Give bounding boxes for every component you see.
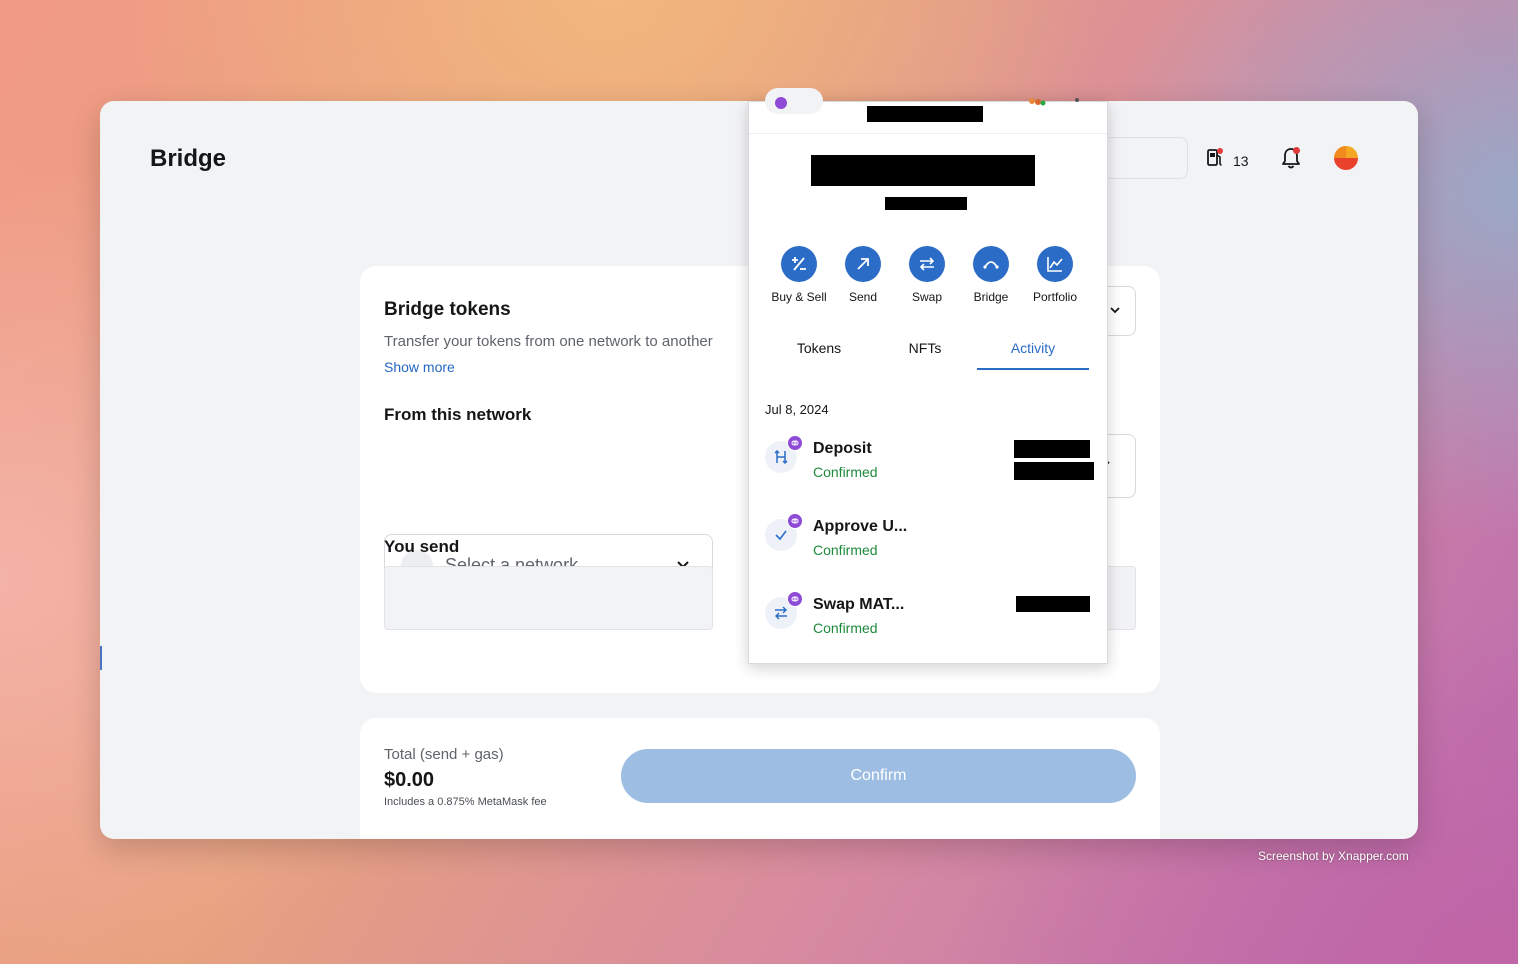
chain-badge-icon <box>787 513 803 529</box>
swap-icon <box>909 246 945 282</box>
redacted-account-name <box>867 106 983 122</box>
popup-header <box>749 88 1107 134</box>
fee-note: Includes a 0.875% MetaMask fee <box>384 796 547 808</box>
redacted-balance <box>811 155 1035 186</box>
activity-status: Confirmed <box>813 542 878 558</box>
bridge-card-title: Bridge tokens <box>384 299 511 320</box>
redacted-fiat-balance <box>885 197 967 210</box>
gas-count: 13 <box>1233 152 1249 169</box>
wallet-popup: Buy & Sell Send Swap Bridge Portfolio To… <box>748 88 1108 664</box>
redacted-fiat-amount <box>1014 462 1094 480</box>
buy-sell-button[interactable]: Buy & Sell <box>767 246 831 304</box>
buy-sell-icon <box>781 246 817 282</box>
swap-label: Swap <box>911 290 943 304</box>
activity-item-approve[interactable]: Approve U... Confirmed <box>765 509 1091 561</box>
chevron-down-icon <box>1110 307 1120 314</box>
gas-indicator[interactable]: 13 <box>1205 147 1249 174</box>
network-icon <box>775 97 787 109</box>
activity-title: Approve U... <box>813 518 908 535</box>
redacted-amount <box>1014 440 1090 458</box>
tab-activity[interactable]: Activity <box>977 336 1089 370</box>
scroll-marker <box>100 646 102 670</box>
swap-button[interactable]: Swap <box>895 246 959 304</box>
portfolio-chart-icon <box>1037 246 1073 282</box>
account-avatar[interactable] <box>1334 146 1358 170</box>
bridge-button[interactable]: Bridge <box>959 246 1023 304</box>
send-amount-input[interactable] <box>384 566 713 630</box>
page-title: Bridge <box>150 145 227 172</box>
send-button[interactable]: Send <box>831 246 895 304</box>
activity-date: Jul 8, 2024 <box>765 402 829 417</box>
screenshot-credit: Screenshot by Xnapper.com <box>1258 849 1409 863</box>
connected-sites-icon[interactable] <box>1027 98 1053 108</box>
total-value: $0.00 <box>384 769 435 791</box>
buy-sell-label: Buy & Sell <box>771 290 827 304</box>
bridge-label: Bridge <box>973 290 1009 304</box>
activity-item-swap[interactable]: Swap MAT... Confirmed <box>765 587 1091 639</box>
show-more-link[interactable]: Show more <box>384 359 455 375</box>
portfolio-button[interactable]: Portfolio <box>1023 246 1087 304</box>
chain-badge-icon <box>787 591 803 607</box>
send-arrow-icon <box>845 246 881 282</box>
wallet-actions: Buy & Sell Send Swap Bridge Portfolio <box>767 246 1087 304</box>
wallet-tabs: Tokens NFTs Activity <box>765 336 1091 370</box>
tab-nfts[interactable]: NFTs <box>871 336 979 368</box>
bridge-card-description: Transfer your tokens from one network to… <box>384 333 713 350</box>
network-pill[interactable] <box>765 88 823 114</box>
activity-title: Deposit <box>813 440 872 457</box>
activity-status: Confirmed <box>813 464 878 480</box>
bridge-icon <box>973 246 1009 282</box>
total-card: Total (send + gas) $0.00 Includes a 0.87… <box>360 718 1160 839</box>
gas-pump-icon <box>1205 147 1225 174</box>
activity-item-deposit[interactable]: Deposit Confirmed <box>765 431 1094 483</box>
account-options-icon[interactable] <box>1075 98 1079 102</box>
chain-badge-icon <box>787 435 803 451</box>
notifications-bell-icon[interactable] <box>1280 146 1302 175</box>
confirm-button[interactable]: Confirm <box>621 749 1136 803</box>
from-network-label: From this network <box>384 405 532 424</box>
portfolio-label: Portfolio <box>1032 290 1078 304</box>
tab-tokens[interactable]: Tokens <box>765 336 873 368</box>
you-send-label: You send <box>384 537 460 556</box>
activity-status: Confirmed <box>813 620 878 636</box>
activity-title: Swap MAT... <box>813 596 905 613</box>
send-label: Send <box>848 290 878 304</box>
redacted-amount <box>1016 596 1090 612</box>
total-label: Total (send + gas) <box>384 746 504 763</box>
